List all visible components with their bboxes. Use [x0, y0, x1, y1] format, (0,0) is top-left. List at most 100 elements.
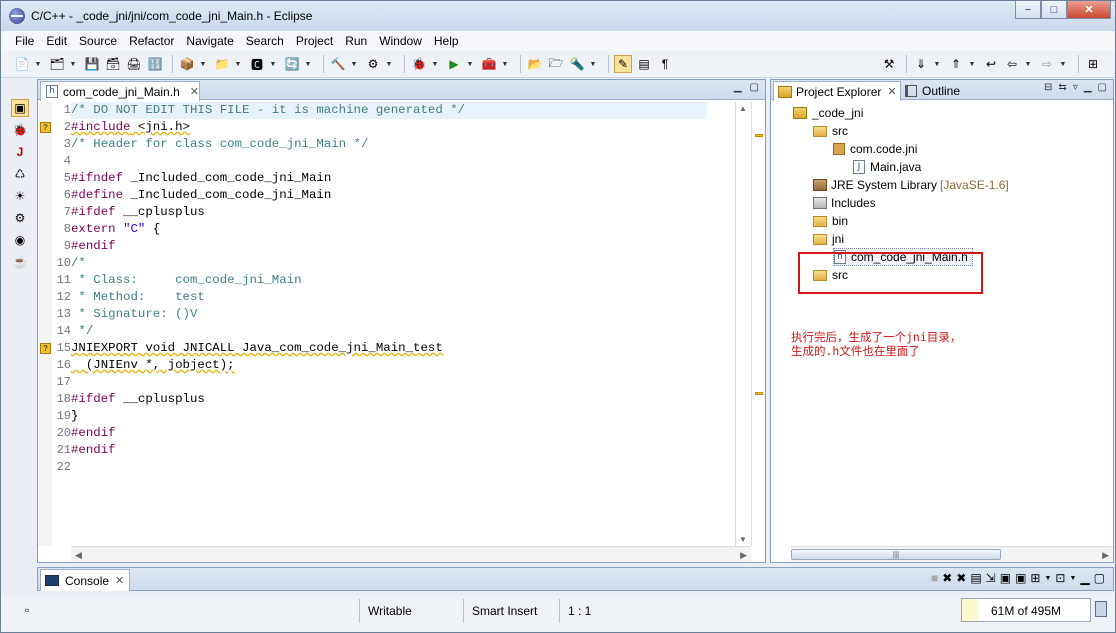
new-folder-icon[interactable]: 📁	[213, 55, 231, 73]
tab-console[interactable]: Console ✕	[40, 569, 130, 591]
new-class-icon[interactable]: 🅲	[248, 55, 266, 73]
new-console-icon[interactable]: ⊡	[1055, 571, 1065, 585]
binary-icon[interactable]: 🔢	[146, 55, 164, 73]
display-console-icon[interactable]: ▣	[1015, 571, 1026, 585]
overview-ruler[interactable]	[751, 102, 765, 546]
minimize-button[interactable]: −	[1015, 1, 1041, 19]
scroll-up-icon[interactable]: ▲	[739, 104, 747, 113]
chevron-down-icon[interactable]: ▼	[34, 55, 42, 73]
menu-navigate[interactable]: Navigate	[180, 34, 239, 48]
terminate-icon[interactable]: ■	[931, 571, 938, 585]
close-icon[interactable]: ✕	[115, 574, 124, 587]
tab-com-code-jni-main-h[interactable]: h com_code_jni_Main.h ✕	[40, 81, 200, 101]
new-c-project-icon[interactable]: 📦	[178, 55, 196, 73]
debug-perspective-icon[interactable]: 🐞	[11, 121, 29, 139]
open-type-icon[interactable]: 📂	[526, 55, 544, 73]
close-icon[interactable]: ✕	[887, 85, 896, 98]
link-editor-icon[interactable]: ⇆	[1058, 82, 1066, 93]
close-button[interactable]: ✕	[1067, 1, 1111, 19]
settings-icon[interactable]: ⚙	[364, 55, 382, 73]
chevron-down-icon[interactable]: ▼	[350, 55, 358, 73]
external-tools-icon[interactable]: 🧰	[480, 55, 498, 73]
scroll-thumb[interactable]: |||	[791, 549, 1001, 560]
minimize-view-icon[interactable]: ▁	[1084, 82, 1092, 93]
menu-source[interactable]: Source	[73, 34, 123, 48]
menu-file[interactable]: File	[9, 34, 40, 48]
remove-all-icon[interactable]: ✖	[956, 571, 966, 585]
javaee-perspective-icon[interactable]: ☕	[11, 253, 29, 271]
pin-console-icon[interactable]: ▣	[1000, 571, 1011, 585]
c-cpp-perspective-icon[interactable]: ▣	[11, 99, 29, 117]
tab-outline[interactable]: Outline	[905, 81, 960, 101]
debug-bug-icon[interactable]: 🐞	[410, 55, 428, 73]
menu-edit[interactable]: Edit	[40, 34, 73, 48]
code-area[interactable]: /* DO NOT EDIT THIS FILE - it is machine…	[71, 102, 707, 546]
maximize-button[interactable]: □	[1041, 1, 1067, 19]
view-menu-icon[interactable]: ▿	[1073, 82, 1078, 93]
gear-icon[interactable]: ⚙	[11, 209, 29, 227]
pilcrow-icon[interactable]: ¶	[656, 55, 674, 73]
warning-marker[interactable]	[755, 392, 763, 395]
chevron-down-icon[interactable]: ▼	[589, 55, 597, 73]
chevron-down-icon[interactable]: ▼	[304, 55, 312, 73]
tree-item-src[interactable]: src	[813, 122, 848, 140]
team-perspective-icon[interactable]: ♺	[11, 165, 29, 183]
tree-item-includes[interactable]: Includes	[813, 194, 876, 212]
remove-launch-icon[interactable]: ✖	[942, 571, 952, 585]
chevron-down-icon[interactable]: ▼	[431, 55, 439, 73]
sun-perspective-icon[interactable]: ☀	[11, 187, 29, 205]
open-perspective-icon[interactable]: ⊞	[1084, 55, 1102, 73]
search-icon[interactable]: 🔦	[568, 55, 586, 73]
highlight-marker-icon[interactable]: ✎	[614, 55, 632, 73]
chevron-down-icon[interactable]: ▼	[1069, 575, 1076, 582]
warning-icon[interactable]: ?	[40, 122, 51, 133]
scroll-left-icon[interactable]: ◀	[75, 550, 82, 561]
scroll-lock-icon[interactable]: ⇲	[986, 571, 996, 585]
chevron-down-icon[interactable]: ▼	[933, 55, 941, 73]
maximize-view-icon[interactable]: ▢	[1094, 571, 1105, 585]
tree-item-project[interactable]: _code_jni	[793, 104, 863, 122]
new-icon[interactable]: 📄	[13, 55, 31, 73]
explorer-horizontal-scrollbar[interactable]: ||| ▶	[791, 546, 1113, 562]
prev-annotation-icon[interactable]: ⇑	[947, 55, 965, 73]
tree-item-jre[interactable]: JRE System Library [JavaSE-1.6]	[813, 176, 1009, 194]
scroll-right-icon[interactable]: ▶	[740, 550, 747, 561]
clear-console-icon[interactable]: ▤	[970, 571, 981, 585]
open-element-icon[interactable]: 🗁	[547, 55, 565, 73]
heap-status[interactable]: 61M of 495M	[961, 598, 1091, 622]
menu-search[interactable]: Search	[240, 34, 290, 48]
vertical-scrollbar[interactable]: ▲ ▼	[735, 102, 751, 546]
menu-help[interactable]: Help	[428, 34, 465, 48]
run-icon[interactable]: ▶	[445, 55, 463, 73]
chevron-down-icon[interactable]: ▼	[69, 55, 77, 73]
minimize-view-icon[interactable]: ▁	[1080, 571, 1089, 585]
menu-window[interactable]: Window	[373, 34, 428, 48]
refresh-icon[interactable]: 🔄	[283, 55, 301, 73]
maximize-view-icon[interactable]: ▢	[1098, 82, 1107, 93]
minimize-view-icon[interactable]: ▁	[734, 82, 742, 93]
open-console-icon[interactable]: ⊞	[1030, 571, 1040, 585]
back-arrow-icon[interactable]: ⇦	[1003, 55, 1021, 73]
menu-project[interactable]: Project	[290, 34, 339, 48]
save-all-icon[interactable]: 🗃	[104, 55, 122, 73]
tree-item-jni[interactable]: jni	[813, 230, 844, 248]
tree-item-package[interactable]: com.code.jni	[833, 140, 917, 158]
scroll-down-icon[interactable]: ▼	[739, 535, 747, 544]
scroll-right-icon[interactable]: ▶	[1102, 550, 1109, 561]
show-whitespace-icon[interactable]: ▤	[635, 55, 653, 73]
next-annotation-icon[interactable]: ⇓	[912, 55, 930, 73]
warning-icon[interactable]: ?	[40, 343, 51, 354]
new-project-icon[interactable]: 🗂	[48, 55, 66, 73]
horizontal-scrollbar[interactable]: ◀ ▶	[71, 546, 751, 562]
chevron-down-icon[interactable]: ▼	[199, 55, 207, 73]
tree-item-bin[interactable]: bin	[813, 212, 848, 230]
chevron-down-icon[interactable]: ▼	[968, 55, 976, 73]
chevron-down-icon[interactable]: ▼	[466, 55, 474, 73]
forward-arrow-icon[interactable]: ⇨	[1038, 55, 1056, 73]
chevron-down-icon[interactable]: ▼	[234, 55, 242, 73]
menu-refactor[interactable]: Refactor	[123, 34, 180, 48]
build-all-icon[interactable]: ⚒	[880, 55, 898, 73]
chevron-down-icon[interactable]: ▼	[1024, 55, 1032, 73]
java-perspective-icon[interactable]: J	[11, 143, 29, 161]
resource-perspective-icon[interactable]: ◉	[11, 231, 29, 249]
